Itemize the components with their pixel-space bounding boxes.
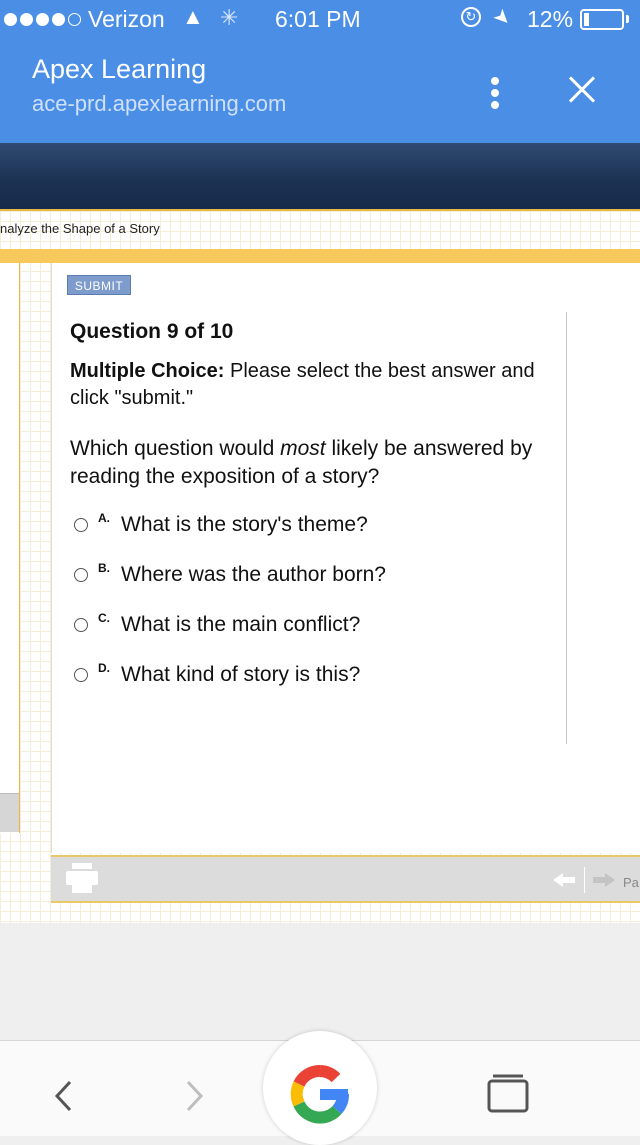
printer-icon[interactable] [66,863,98,895]
more-vert-icon[interactable] [487,75,507,111]
arrow-right-icon[interactable] [589,872,615,888]
choice-text[interactable]: What is the main conflict? [121,613,360,637]
radio-button[interactable] [74,618,88,632]
page-label: Pa [623,875,639,890]
instructions-label: Multiple Choice: [70,360,225,382]
choice-text[interactable]: Where was the author born? [121,563,386,587]
card-divider [566,312,567,744]
left-side-panel [0,263,20,833]
signal-strength-icon [4,13,81,26]
wifi-icon: ▲ [182,4,204,29]
question-emphasis: most [280,437,326,460]
submit-button[interactable]: SUBMIT [67,275,131,295]
battery-tip [626,15,629,23]
choice-letter: B. [98,561,110,575]
activity-spinner-icon: ✳ [220,5,239,30]
choice-text[interactable]: What kind of story is this? [121,663,360,687]
google-logo-icon [290,1065,349,1124]
tabs-icon[interactable] [485,1073,531,1113]
choice-text[interactable]: What is the story's theme? [121,513,368,537]
radio-button[interactable] [74,518,88,532]
left-panel-footer [0,793,19,832]
radio-button[interactable] [74,568,88,582]
carrier-name: Verizon [88,6,165,32]
rotation-lock-icon: ↻ [461,7,481,27]
arrow-left-icon[interactable] [553,872,579,888]
question-part: Which question would [70,437,281,460]
chevron-left-icon[interactable] [50,1076,80,1116]
question-text: Which question would most likely be answ… [70,435,560,491]
status-time: 6:01 PM [275,6,361,32]
page-title: Apex Learning [32,54,207,84]
instructions: Multiple Choice: Please select the best … [70,358,550,412]
nav-separator [584,867,585,893]
content-top-bar [0,249,640,263]
radio-button[interactable] [74,668,88,682]
question-number: Question 9 of 10 [70,320,234,343]
battery-icon [580,9,624,30]
question-card [51,263,640,853]
choice-letter: C. [98,611,110,625]
chevron-right-icon[interactable] [178,1076,208,1116]
status-bar: Verizon ▲ ✳ 6:01 PM ↻ ➤ 12% [0,0,640,40]
choice-letter: A. [98,511,110,525]
course-banner [0,143,640,209]
battery-percentage: 12% [527,6,574,32]
question-footer-bar [51,855,640,903]
close-button[interactable] [563,70,607,110]
browser-header: Verizon ▲ ✳ 6:01 PM ↻ ➤ 12% Apex Learnin… [0,0,640,143]
page-url[interactable]: ace-prd.apexlearning.com [32,91,286,117]
google-search-button[interactable] [263,1031,377,1145]
location-arrow-icon: ➤ [488,4,516,32]
lesson-title: nalyze the Shape of a Story [0,221,160,236]
choice-letter: D. [98,661,110,675]
